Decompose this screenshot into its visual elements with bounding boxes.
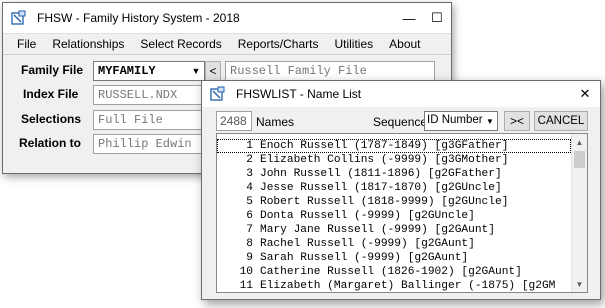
name-list[interactable]: 1 Enoch Russell (1787-1849) [g3GFather] 2… (216, 133, 588, 293)
chevron-down-icon[interactable]: ▼ (483, 112, 497, 130)
list-item[interactable]: 1 Enoch Russell (1787-1849) [g3GFather] (217, 139, 571, 153)
family-file-label: Family File (21, 63, 84, 77)
names-label: Names (256, 115, 295, 129)
minimize-button[interactable]: — (395, 7, 423, 29)
list-item[interactable]: 9 Sarah Russell (-9999) [g2GAunt] (217, 251, 571, 265)
menubar: File Relationships Select Records Report… (3, 33, 451, 55)
selections-label: Selections (21, 112, 82, 126)
relation-to-label: Relation to (19, 136, 81, 150)
list-item[interactable]: 10 Catherine Russell (1826-1902) [g2GAunt… (217, 265, 571, 279)
list-toolbar: 2488 Names Sequence ID Number ▼ >< CANCE… (202, 107, 600, 135)
family-description-field: Russell Family File (225, 61, 435, 81)
cancel-button[interactable]: CANCEL (534, 111, 588, 131)
menu-about[interactable]: About (381, 37, 428, 51)
main-titlebar[interactable]: FHSW - Family History System - 2018 — ☐ (3, 3, 451, 33)
name-list-rows: 1 Enoch Russell (1787-1849) [g3GFather] 2… (217, 139, 571, 292)
list-item[interactable]: 5 Robert Russell (1818-9999) [g2GUncle] (217, 195, 571, 209)
menu-file[interactable]: File (9, 37, 44, 51)
vertical-scrollbar[interactable]: ▲ ▼ (571, 134, 587, 292)
relation-to-field[interactable]: Phillip Edwin (93, 134, 205, 154)
list-item[interactable]: 11 Elizabeth (Margaret) Ballinger (-1875)… (217, 279, 571, 292)
name-list-window: FHSWLIST - Name List ✕ 2488 Names Sequen… (201, 80, 601, 300)
index-file-field[interactable]: RUSSELL.NDX (93, 85, 205, 105)
menu-utilities[interactable]: Utilities (326, 37, 381, 51)
list-item[interactable]: 8 Rachel Russell (-9999) [g2GAunt] (217, 237, 571, 251)
list-item[interactable]: 3 John Russell (1811-1896) [g2GFather] (217, 167, 571, 181)
list-item[interactable]: 4 Jesse Russell (1817-1870) [g2GUncle] (217, 181, 571, 195)
name-list-titlebar[interactable]: FHSWLIST - Name List ✕ (202, 81, 600, 107)
chevron-down-icon[interactable]: ▼ (188, 62, 204, 80)
scroll-up-icon[interactable]: ▲ (572, 134, 587, 150)
menu-reports-charts[interactable]: Reports/Charts (230, 37, 327, 51)
menu-select-records[interactable]: Select Records (132, 37, 229, 51)
close-icon[interactable]: ✕ (570, 83, 600, 105)
main-window-title: FHSW - Family History System - 2018 (37, 11, 240, 25)
app-icon (210, 86, 225, 101)
sequence-value: ID Number (427, 114, 483, 126)
app-icon (11, 10, 26, 25)
sequence-select[interactable]: ID Number ▼ (424, 111, 498, 131)
selections-field[interactable]: Full File (93, 110, 205, 130)
maximize-button[interactable]: ☐ (423, 7, 451, 29)
menu-relationships[interactable]: Relationships (44, 37, 132, 51)
family-file-value: MYFAMILY (98, 64, 156, 78)
index-file-label: Index File (23, 87, 79, 101)
family-file-combo[interactable]: MYFAMILY ▼ (93, 61, 205, 81)
scroll-thumb[interactable] (574, 151, 585, 168)
name-list-title: FHSWLIST - Name List (236, 87, 362, 101)
list-item[interactable]: 7 Mary Jane Russell (-9999) [g2GAunt] (217, 223, 571, 237)
list-item[interactable]: 6 Donta Russell (-9999) [g2GUncle] (217, 209, 571, 223)
list-item[interactable]: 2 Elizabeth Collins (-9999) [g3GMother] (217, 153, 571, 167)
back-button[interactable]: < (205, 61, 221, 81)
scroll-down-icon[interactable]: ▼ (572, 276, 587, 292)
names-count: 2488 (216, 111, 252, 131)
jump-button[interactable]: >< (504, 111, 530, 131)
sequence-label: Sequence (373, 115, 428, 129)
